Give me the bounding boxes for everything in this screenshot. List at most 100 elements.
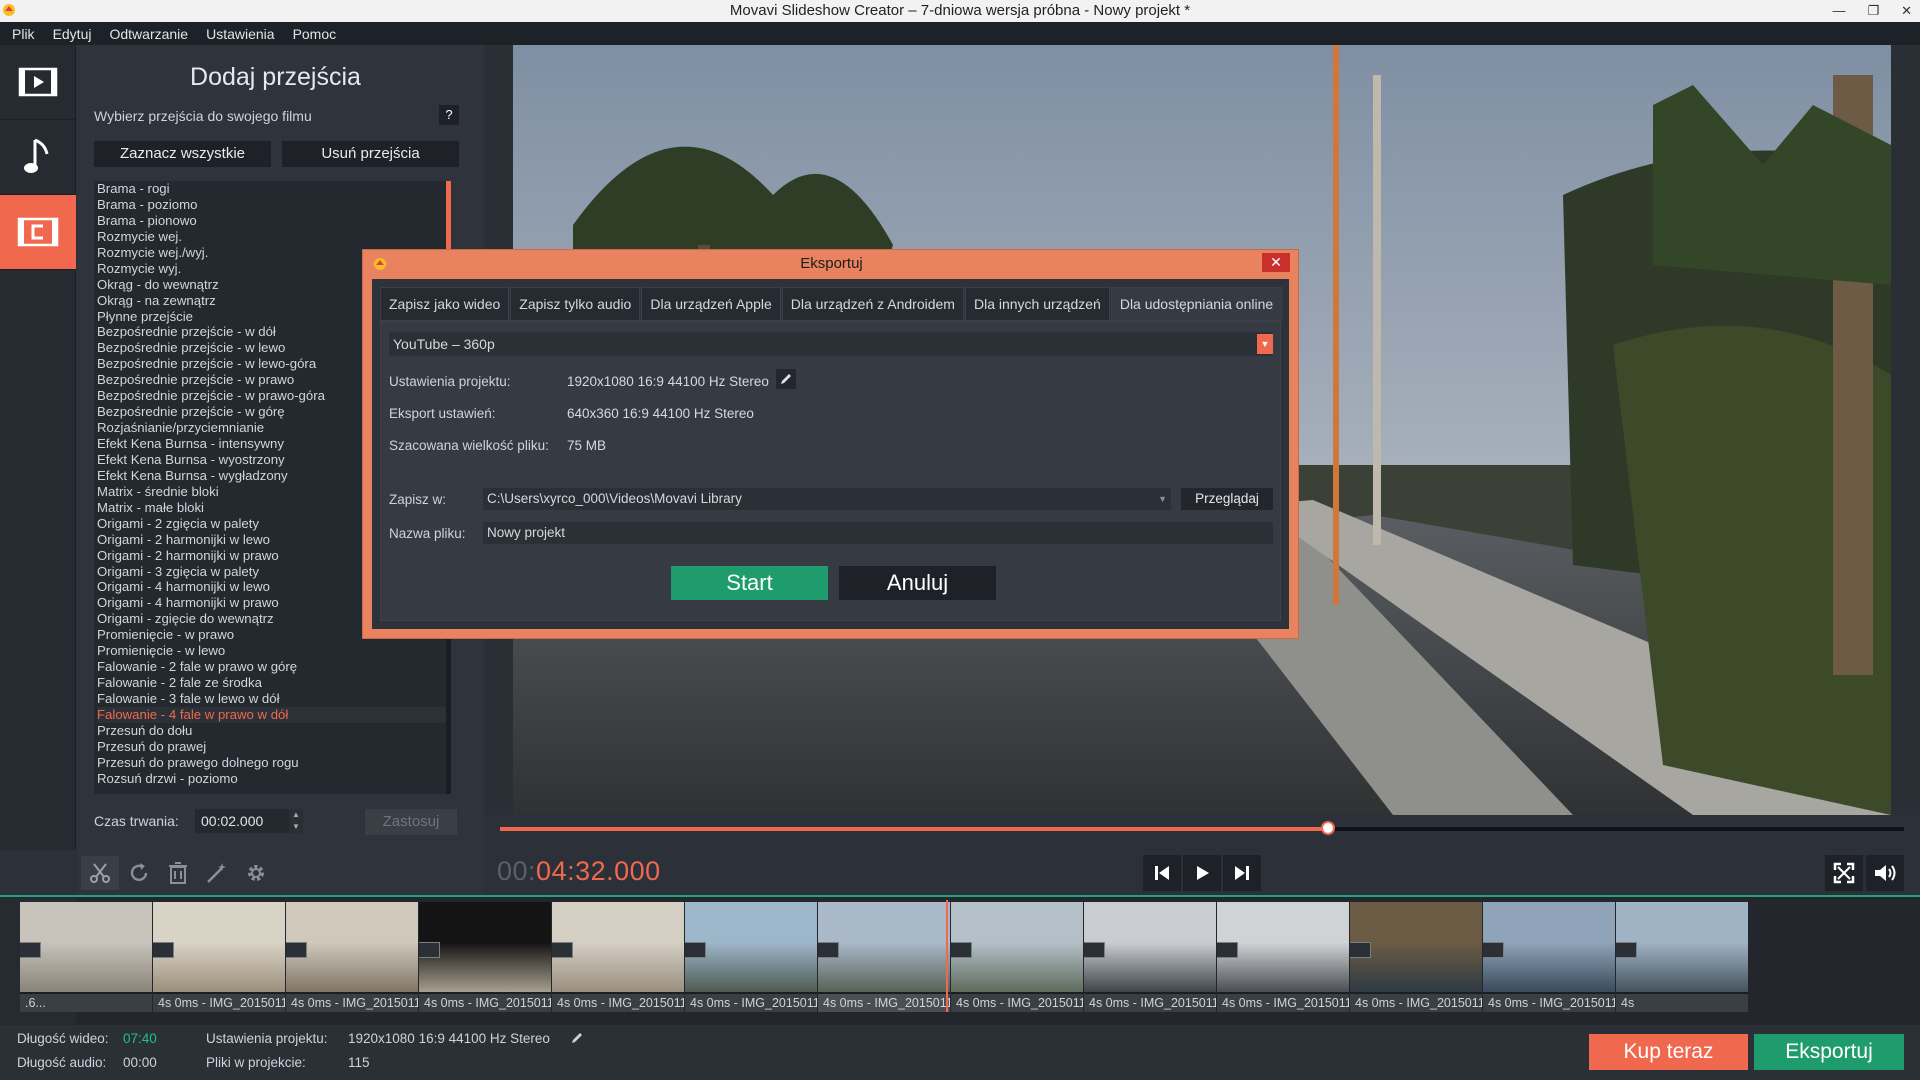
timeline-clip[interactable]: 4s 0ms - IMG_20150116... [818, 902, 950, 1012]
timeline-clip[interactable]: 4s 0ms - IMG_20150116... [1084, 902, 1216, 1012]
transition-marker-icon[interactable] [685, 942, 706, 958]
buy-now-button[interactable]: Kup teraz [1589, 1034, 1748, 1070]
chevron-down-icon[interactable]: ▼ [1158, 488, 1167, 510]
transition-item[interactable]: Rozsuń drzwi - poziomo [97, 771, 451, 787]
menu-plik[interactable]: Plik [12, 26, 35, 42]
start-button[interactable]: Start [671, 566, 828, 600]
export-tab[interactable]: Dla udostępniania online [1110, 287, 1283, 321]
remove-transitions-button[interactable]: Usuń przejścia [282, 141, 459, 167]
magic-wand-button[interactable] [198, 856, 236, 890]
browse-button[interactable]: Przeglądaj [1181, 488, 1273, 510]
timeline-clip[interactable]: .6... [20, 902, 152, 1012]
filename-input[interactable]: Nowy projekt [483, 522, 1273, 544]
transition-marker-icon[interactable] [1616, 942, 1637, 958]
export-tab[interactable]: Zapisz jako wideo [380, 287, 510, 321]
transition-marker-icon[interactable] [153, 942, 174, 958]
transition-marker-icon[interactable] [1217, 942, 1238, 958]
export-tab[interactable]: Dla innych urządzeń [964, 287, 1110, 321]
sidebar-transitions-button[interactable] [0, 195, 76, 270]
transition-item[interactable]: Przesuń do prawej [97, 739, 451, 755]
timeline-clip[interactable]: 4s 0ms - IMG_20150116... [552, 902, 684, 1012]
settings-button[interactable] [237, 856, 275, 890]
clip-caption: 4s 0ms - IMG_20150116... [1350, 994, 1482, 1012]
transition-marker-icon[interactable] [20, 942, 41, 958]
seek-bar[interactable] [500, 821, 1904, 835]
menu-pomoc[interactable]: Pomoc [293, 26, 337, 42]
apply-button[interactable]: Zastosuj [365, 809, 457, 835]
play-icon [1197, 866, 1209, 880]
clip-caption: 4s 0ms - IMG_20150116... [1084, 994, 1216, 1012]
pencil-icon[interactable] [570, 1031, 584, 1045]
save-path-field[interactable]: C:\Users\xyrco_000\Videos\Movavi Library… [483, 488, 1171, 510]
transition-item[interactable]: Przesuń do dołu [97, 723, 451, 739]
transition-item[interactable]: Brama - poziomo [97, 197, 451, 213]
timeline-clip[interactable]: 4s 0ms - IMG_20150116... [153, 902, 285, 1012]
export-tab[interactable]: Zapisz tylko audio [510, 287, 641, 321]
timeline-clip[interactable]: 4s 0ms - IMG_20150116... [951, 902, 1083, 1012]
previous-button[interactable] [1143, 855, 1181, 891]
transition-item[interactable]: Przesuń do prawego dolnego rogu [97, 755, 451, 771]
transition-item[interactable]: Falowanie - 4 fale w prawo w dół [97, 706, 451, 723]
timeline-clip[interactable]: 4s 0ms - IMG_20150116... [286, 902, 418, 1012]
close-icon[interactable]: ✕ [1901, 0, 1912, 22]
timeline-clip[interactable]: 4s 0ms - IMG_20150116... [419, 902, 551, 1012]
seek-knob[interactable] [1321, 821, 1336, 835]
transition-marker-icon[interactable] [1483, 942, 1504, 958]
list-scroll-thumb[interactable] [446, 181, 451, 251]
menu-edytuj[interactable]: Edytuj [53, 26, 92, 42]
timeline-clip[interactable]: 4s 0ms - IMG_20150116... [1350, 902, 1482, 1012]
timeline-playhead[interactable] [946, 900, 948, 1012]
transition-item[interactable]: Falowanie - 2 fale ze środka [97, 675, 451, 691]
sidebar-music-button[interactable] [0, 120, 76, 195]
delete-button[interactable] [159, 856, 197, 890]
edit-settings-button[interactable] [776, 369, 796, 389]
menu-ustawienia[interactable]: Ustawienia [206, 26, 274, 42]
transition-marker-icon[interactable] [286, 942, 307, 958]
select-all-button[interactable]: Zaznacz wszystkie [94, 141, 271, 167]
mode-sidebar [0, 45, 76, 850]
panel-title: Dodaj przejścia [190, 63, 361, 91]
volume-button[interactable] [1866, 855, 1904, 891]
transition-item[interactable]: Falowanie - 2 fale w prawo w górę [97, 659, 451, 675]
transition-marker-icon[interactable] [552, 942, 573, 958]
export-tab[interactable]: Dla urządzeń Apple [641, 287, 781, 321]
cut-button[interactable] [81, 856, 119, 890]
transition-item[interactable]: Brama - pionowo [97, 213, 451, 229]
minimize-icon[interactable]: — [1832, 0, 1845, 22]
transition-marker-icon[interactable] [951, 942, 972, 958]
export-button[interactable]: Eksportuj [1754, 1034, 1904, 1070]
transition-item[interactable]: Rozmycie wej. [97, 229, 451, 245]
timeline-clip[interactable]: 4s [1616, 902, 1748, 1012]
transition-item[interactable]: Falowanie - 3 fale w lewo w dół [97, 691, 451, 707]
timeline-clip[interactable]: 4s 0ms - IMG_20150116... [1217, 902, 1349, 1012]
play-button[interactable] [1183, 855, 1221, 891]
chevron-down-icon[interactable]: ▼ [1257, 334, 1273, 354]
fullscreen-icon [1833, 862, 1855, 884]
cancel-button[interactable]: Anuluj [839, 566, 996, 600]
duration-input[interactable]: 00:02.000 [195, 809, 289, 833]
transition-marker-icon[interactable] [818, 942, 839, 958]
clip-caption: 4s 0ms - IMG_20150116... [153, 994, 285, 1012]
transition-item[interactable]: Promienięcie - w lewo [97, 643, 451, 659]
export-tab[interactable]: Dla urządzeń z Androidem [781, 287, 964, 321]
next-button[interactable] [1223, 855, 1261, 891]
timeline-clip[interactable]: 4s 0ms - IMG_20150117... [1483, 902, 1615, 1012]
sidebar-media-button[interactable] [0, 45, 76, 120]
restore-icon[interactable]: ❐ [1867, 0, 1879, 22]
transition-marker-icon[interactable] [1084, 942, 1105, 958]
transition-item[interactable]: Brama - rogi [97, 181, 451, 197]
menu-odtwarzanie[interactable]: Odtwarzanie [109, 26, 188, 42]
files-count: 115 [348, 1055, 370, 1070]
dialog-close-button[interactable]: ✕ [1262, 253, 1290, 272]
project-settings-value: 1920x1080 16:9 44100 Hz Stereo [348, 1031, 550, 1046]
edit-toolbar [77, 850, 484, 895]
fullscreen-button[interactable] [1825, 855, 1863, 891]
transition-marker-icon[interactable] [1350, 942, 1371, 958]
rotate-button[interactable] [120, 856, 158, 890]
transition-marker-icon[interactable] [419, 942, 440, 958]
duration-stepper[interactable]: ▲ ▼ [289, 809, 303, 833]
timecode-display: 00:04:32.000 [497, 856, 661, 887]
preset-select[interactable]: YouTube – 360p ▼ [389, 332, 1273, 356]
help-button[interactable]: ? [439, 105, 459, 125]
timeline-clip[interactable]: 4s 0ms - IMG_20150116... [685, 902, 817, 1012]
